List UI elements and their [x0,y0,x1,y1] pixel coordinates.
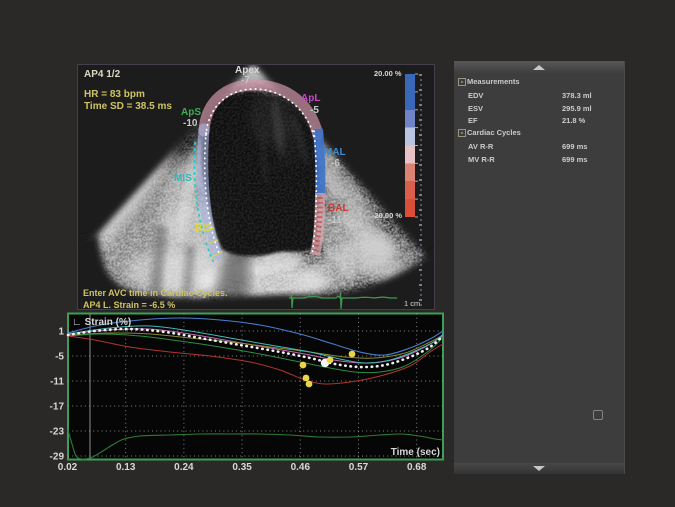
svg-text:∟ Strain (%): ∟ Strain (%) [72,317,131,328]
svg-text:0.35: 0.35 [232,462,252,473]
svg-text:0.02: 0.02 [58,462,78,473]
svg-text:0.24: 0.24 [174,462,194,473]
svg-text:0.57: 0.57 [349,462,369,473]
svg-text:-29: -29 [50,452,65,463]
svg-text:-11: -11 [50,377,64,388]
svg-text:-17: -17 [50,402,65,413]
svg-text:Time (sec): Time (sec) [391,447,440,458]
svg-text:1: 1 [58,327,64,338]
svg-text:-23: -23 [50,427,65,438]
svg-text:0.68: 0.68 [407,462,427,473]
svg-text:0.13: 0.13 [116,462,136,473]
svg-text:0.46: 0.46 [291,462,311,473]
svg-text:-5: -5 [55,352,64,363]
